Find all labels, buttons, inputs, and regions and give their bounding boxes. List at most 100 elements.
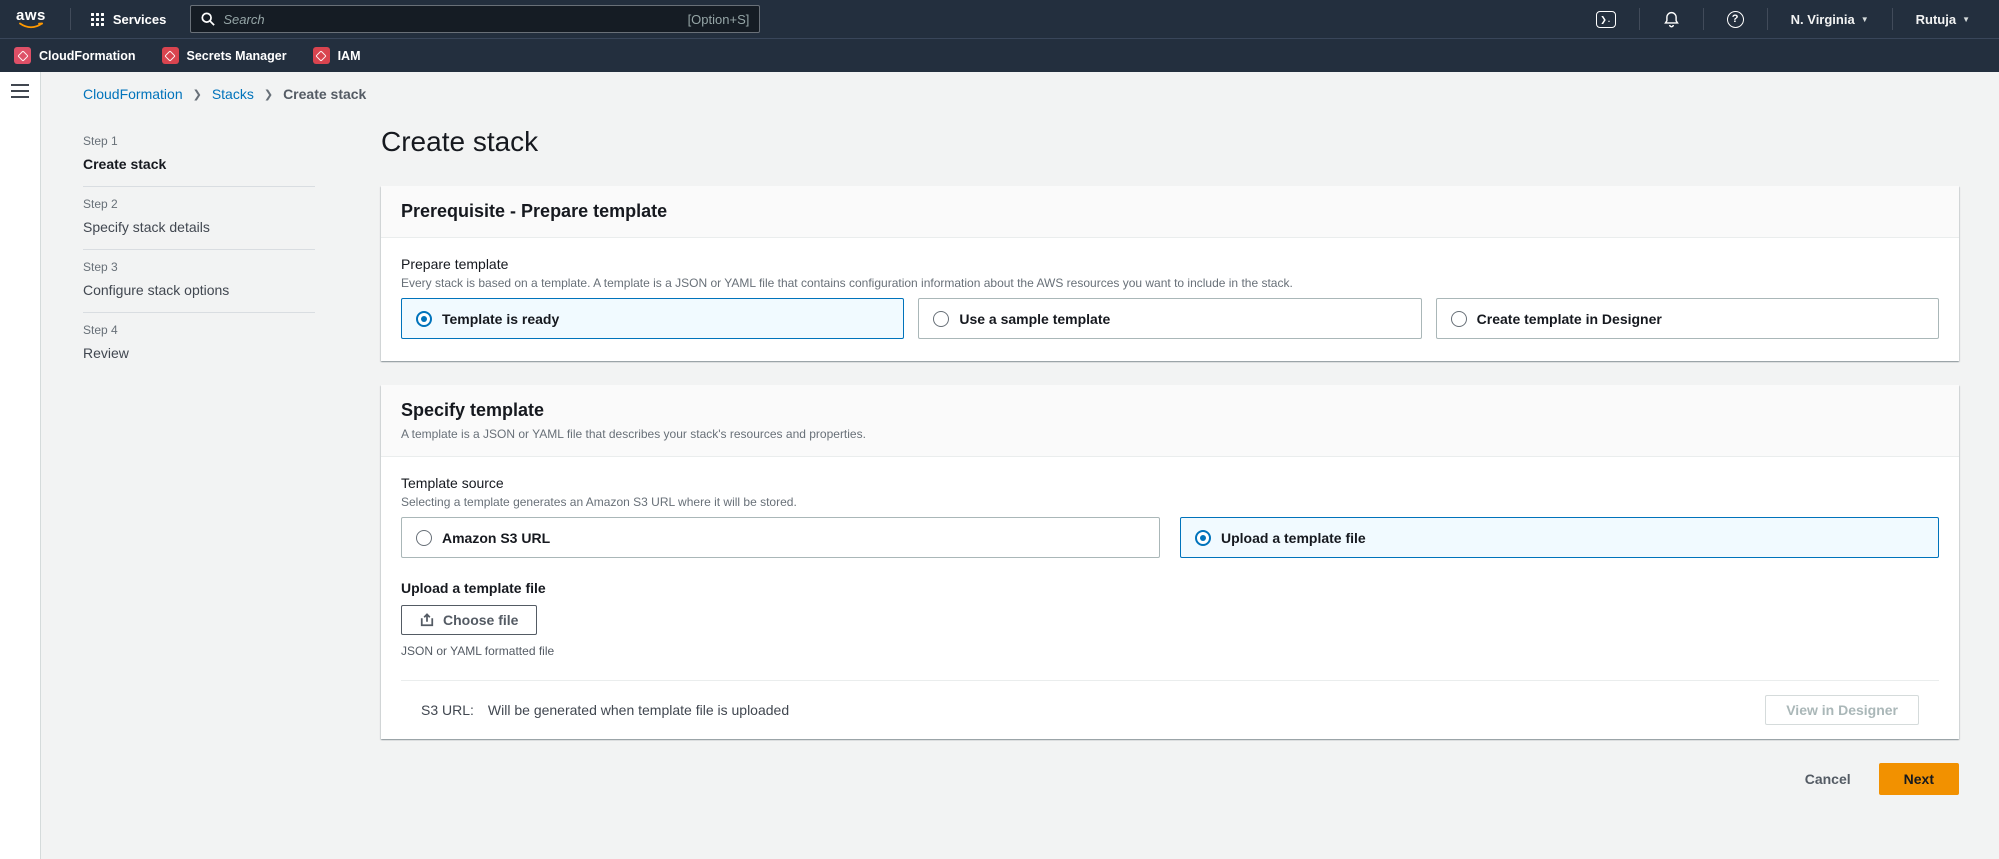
step-label: Specify stack details (83, 219, 315, 235)
top-navigation-bar: aws Services [Option+S] ❯. ? N. Virginia… (0, 0, 1999, 38)
prerequisite-card-body: Prepare template Every stack is based on… (381, 238, 1959, 361)
breadcrumb-current: Create stack (283, 86, 366, 102)
account-label: Rutuja (1916, 12, 1956, 27)
specify-template-card-body: Template source Selecting a template gen… (381, 457, 1959, 739)
help-icon: ? (1727, 11, 1744, 28)
aws-logo-text: aws (16, 9, 46, 22)
global-search-box[interactable]: [Option+S] (190, 5, 760, 33)
radio-tile-label: Amazon S3 URL (442, 530, 550, 546)
radio-tile-label: Template is ready (442, 311, 559, 327)
step-item-create-stack[interactable]: Step 1 Create stack (83, 124, 315, 186)
chevron-down-icon: ▼ (1861, 15, 1869, 24)
s3-url-value: Will be generated when template file is … (488, 702, 789, 718)
nav-divider (70, 8, 71, 30)
specify-template-footer: S3 URL: Will be generated when template … (401, 680, 1939, 739)
iam-icon (313, 47, 330, 64)
favorite-label: CloudFormation (39, 49, 136, 63)
step-number: Step 4 (83, 323, 315, 337)
notifications-bell-icon (1663, 10, 1680, 28)
notifications-button[interactable] (1650, 0, 1693, 38)
radio-tile-upload-template-file[interactable]: Upload a template file (1180, 517, 1939, 558)
region-selector[interactable]: N. Virginia ▼ (1778, 0, 1882, 38)
radio-unselected-icon (933, 311, 949, 327)
step-item-configure-stack-options[interactable]: Step 3 Configure stack options (83, 249, 315, 312)
nav-divider (1767, 8, 1768, 30)
template-source-label: Template source (401, 475, 1939, 491)
upload-format-hint: JSON or YAML formatted file (401, 644, 1939, 658)
specify-template-card-header: Specify template A template is a JSON or… (381, 385, 1959, 457)
radio-unselected-icon (1451, 311, 1467, 327)
breadcrumb: CloudFormation ❯ Stacks ❯ Create stack (83, 86, 1959, 102)
cloudformation-icon (14, 47, 31, 64)
aws-smile-icon (18, 22, 44, 30)
cancel-button[interactable]: Cancel (1805, 771, 1851, 787)
chevron-down-icon: ▼ (1962, 15, 1970, 24)
prepare-template-description: Every stack is based on a template. A te… (401, 276, 1939, 290)
favorite-cloudformation[interactable]: CloudFormation (14, 47, 136, 64)
radio-tile-use-sample-template[interactable]: Use a sample template (918, 298, 1421, 339)
specify-template-description: A template is a JSON or YAML file that d… (401, 427, 1939, 441)
step-item-review[interactable]: Step 4 Review (83, 312, 315, 375)
template-source-options: Amazon S3 URL Upload a template file (401, 517, 1939, 558)
step-number: Step 1 (83, 134, 315, 148)
radio-tile-label: Use a sample template (959, 311, 1110, 327)
prepare-template-options: Template is ready Use a sample template … (401, 298, 1939, 339)
next-button[interactable]: Next (1879, 763, 1959, 795)
favorite-label: Secrets Manager (187, 49, 287, 63)
step-item-specify-stack-details[interactable]: Step 2 Specify stack details (83, 186, 315, 249)
nav-divider (1892, 8, 1893, 30)
upload-icon (420, 613, 434, 627)
favorite-secrets-manager[interactable]: Secrets Manager (162, 47, 287, 64)
choose-file-label: Choose file (443, 612, 518, 628)
radio-selected-icon (1195, 530, 1211, 546)
view-in-designer-button[interactable]: View in Designer (1765, 695, 1919, 725)
breadcrumb-chevron-icon: ❯ (264, 88, 273, 101)
search-input[interactable] (223, 12, 679, 27)
favorites-bar: CloudFormation Secrets Manager IAM (0, 38, 1999, 72)
region-label: N. Virginia (1791, 12, 1855, 27)
content-area: CloudFormation ❯ Stacks ❯ Create stack S… (41, 72, 1999, 859)
radio-tile-template-is-ready[interactable]: Template is ready (401, 298, 904, 339)
prerequisite-card-header: Prerequisite - Prepare template (381, 186, 1959, 238)
favorite-iam[interactable]: IAM (313, 47, 361, 64)
specify-template-title: Specify template (401, 400, 1939, 421)
choose-file-button[interactable]: Choose file (401, 605, 537, 635)
step-label: Create stack (83, 156, 315, 172)
services-menu-button[interactable]: Services (81, 0, 177, 38)
step-label: Review (83, 345, 315, 361)
main-column: Create stack Prerequisite - Prepare temp… (381, 124, 1959, 815)
search-icon (201, 12, 215, 26)
upload-template-label: Upload a template file (401, 580, 1939, 596)
nav-divider (1703, 8, 1704, 30)
aws-logo[interactable]: aws (16, 9, 46, 30)
side-rail (0, 72, 41, 859)
step-number: Step 3 (83, 260, 315, 274)
radio-tile-create-template-in-designer[interactable]: Create template in Designer (1436, 298, 1939, 339)
breadcrumb-stacks[interactable]: Stacks (212, 86, 254, 102)
help-button[interactable]: ? (1714, 0, 1757, 38)
wizard-actions: Cancel Next (381, 763, 1959, 815)
template-source-description: Selecting a template generates an Amazon… (401, 495, 1939, 509)
radio-unselected-icon (416, 530, 432, 546)
s3-url-label: S3 URL: (421, 702, 474, 718)
step-label: Configure stack options (83, 282, 315, 298)
favorite-label: IAM (338, 49, 361, 63)
hamburger-menu-icon[interactable] (11, 84, 29, 98)
services-grid-icon (91, 13, 104, 26)
secrets-manager-icon (162, 47, 179, 64)
breadcrumb-cloudformation[interactable]: CloudFormation (83, 86, 183, 102)
radio-tile-amazon-s3-url[interactable]: Amazon S3 URL (401, 517, 1160, 558)
radio-tile-label: Create template in Designer (1477, 311, 1662, 327)
services-label: Services (113, 12, 167, 27)
cloudshell-button[interactable]: ❯. (1583, 0, 1629, 38)
app-body: CloudFormation ❯ Stacks ❯ Create stack S… (0, 72, 1999, 859)
upload-template-block: Upload a template file Choose file JSON … (401, 580, 1939, 658)
radio-selected-icon (416, 311, 432, 327)
prepare-template-label: Prepare template (401, 256, 1939, 272)
breadcrumb-chevron-icon: ❯ (193, 88, 202, 101)
search-shortcut-hint: [Option+S] (688, 12, 750, 27)
specify-template-card: Specify template A template is a JSON or… (381, 385, 1959, 739)
account-menu[interactable]: Rutuja ▼ (1903, 0, 1983, 38)
nav-divider (1639, 8, 1640, 30)
step-number: Step 2 (83, 197, 315, 211)
